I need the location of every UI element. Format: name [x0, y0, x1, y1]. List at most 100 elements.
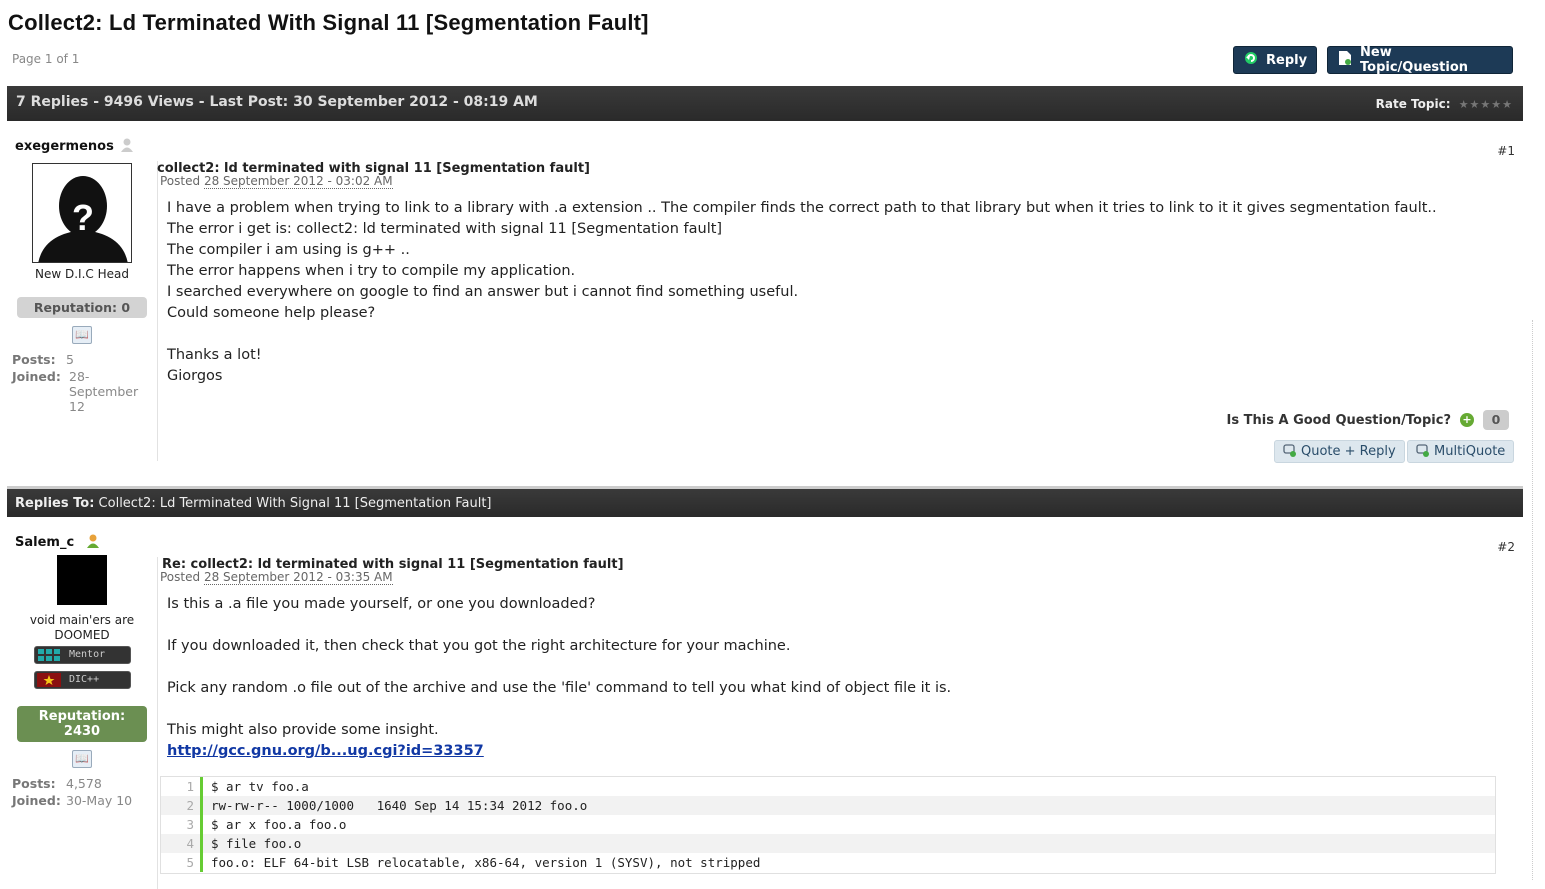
line-number: 2: [161, 796, 203, 815]
joined-date: Joined: 30-May 10: [12, 793, 132, 808]
topic-stats: 7 Replies - 9496 Views - Last Post: 30 S…: [16, 94, 538, 110]
star-icon: [37, 673, 61, 687]
plus-icon[interactable]: +: [1460, 413, 1474, 427]
member-group-line: void main'ers are: [29, 613, 135, 627]
member-group: New D.I.C Head: [35, 267, 129, 281]
good-question-label: Is This A Good Question/Topic?: [1226, 412, 1451, 428]
rating-stars[interactable]: ★★★★★: [1459, 98, 1513, 111]
post-divider: [157, 161, 158, 461]
reputation-badge[interactable]: Reputation: 0: [17, 297, 147, 318]
quote-icon: [1416, 444, 1430, 465]
post-line: [167, 657, 951, 678]
joined-value: 28- September 12: [69, 369, 139, 414]
good-question-rating: Is This A Good Question/Topic? + 0: [1227, 410, 1509, 430]
dic-badge-label: DIC++: [69, 674, 100, 685]
mentor-icon: [38, 649, 60, 661]
avatar[interactable]: ?: [32, 163, 132, 263]
code-text: $ file foo.o: [211, 836, 302, 851]
replies-to-title: Collect2: Ld Terminated With Signal 11 […: [98, 496, 492, 511]
post-date: Posted 28 September 2012 - 03:02 AM: [160, 174, 393, 189]
rate-topic-label: Rate Topic:: [1375, 97, 1451, 111]
post-line: I have a problem when trying to link to …: [167, 200, 1437, 216]
line-number: 5: [161, 853, 203, 872]
post-line: I searched everywhere on google to find …: [167, 284, 799, 300]
post-1: exegermenos #1 ? New D.I.C Head Reputati…: [7, 121, 1523, 481]
member-group-line: DOOMED: [54, 628, 110, 642]
rating-count: 0: [1483, 410, 1509, 430]
rate-topic[interactable]: Rate Topic: ★★★★★: [1376, 97, 1513, 111]
posted-date[interactable]: 28 September 2012 - 03:02 AM: [203, 174, 393, 189]
quote-icon: [1283, 444, 1297, 465]
reputation-label: Reputation:: [38, 709, 126, 724]
code-text: rw-rw-r-- 1000/1000 1640 Sep 14 15:34 20…: [211, 798, 588, 813]
user-online-icon: [86, 533, 100, 553]
new-topic-label: New Topic/Question: [1360, 45, 1469, 75]
post-date: Posted 28 September 2012 - 03:35 AM: [160, 570, 393, 585]
new-document-icon: [1338, 50, 1352, 70]
joined-label: Joined:: [12, 369, 61, 384]
posts-value: 4,578: [66, 776, 102, 791]
replies-to-bar: Replies To: Collect2: Ld Terminated With…: [7, 486, 1523, 517]
book-icon[interactable]: 📖: [72, 750, 92, 768]
mentor-badge-label: Mentor: [69, 649, 106, 660]
code-line: 5 foo.o: ELF 64-bit LSB relocatable, x86-…: [161, 853, 1495, 872]
code-block: 1 $ ar tv foo.a 2 rw-rw-r-- 1000/1000 1640…: [160, 776, 1496, 874]
post-line: [167, 324, 1437, 345]
reputation-value: 2430: [63, 724, 101, 739]
post-line: This might also provide some insight.: [167, 722, 439, 738]
post-line: [167, 699, 951, 720]
joined-label: Joined:: [12, 793, 61, 808]
quote-reply-label: Quote + Reply: [1301, 444, 1396, 459]
mentor-badge: Mentor: [34, 646, 131, 664]
line-number: 4: [161, 834, 203, 853]
new-topic-button[interactable]: New Topic/Question: [1327, 45, 1513, 75]
post-divider: [157, 557, 158, 889]
post-author[interactable]: Salem_c: [15, 535, 74, 550]
posts-label: Posts:: [12, 776, 56, 791]
post-line: Could someone help please?: [167, 305, 376, 321]
reputation-badge[interactable]: Reputation: 2430: [17, 706, 147, 742]
post-line: Giorgos: [167, 368, 223, 384]
post-line: Is this a .a file you made yourself, or …: [167, 596, 596, 612]
post-author[interactable]: exegermenos: [15, 139, 114, 154]
code-line: 2 rw-rw-r-- 1000/1000 1640 Sep 14 15:34 2…: [161, 796, 1495, 815]
post-number[interactable]: #1: [1497, 144, 1515, 158]
avatar[interactable]: [57, 555, 107, 605]
posts-value: 5: [66, 352, 74, 367]
dic-badge: DIC++: [34, 671, 131, 689]
reply-button[interactable]: Reply: [1233, 46, 1317, 74]
member-group: void main'ers are DOOMED: [7, 613, 157, 643]
post-body: I have a problem when trying to link to …: [167, 198, 1437, 387]
svg-text:?: ?: [72, 197, 94, 238]
post-body: Is this a .a file you made yourself, or …: [167, 594, 951, 762]
post-line: [167, 615, 951, 636]
code-text: $ ar tv foo.a: [211, 779, 309, 794]
posted-prefix: Posted: [160, 570, 201, 584]
book-icon[interactable]: 📖: [72, 326, 92, 344]
code-line: 3 $ ar x foo.a foo.o: [161, 815, 1495, 834]
line-number: 3: [161, 815, 203, 834]
post-line: The error happens when i try to compile …: [167, 263, 576, 279]
post-number[interactable]: #2: [1497, 540, 1515, 554]
multiquote-button[interactable]: MultiQuote: [1407, 440, 1515, 465]
posted-date[interactable]: 28 September 2012 - 03:35 AM: [203, 570, 393, 585]
code-line: 1 $ ar tv foo.a: [161, 777, 1495, 796]
line-number: 1: [161, 777, 203, 796]
posts-count: Posts: 4,578: [12, 776, 102, 791]
bug-report-link[interactable]: http://gcc.gnu.org/b...ug.cgi?id=33357: [167, 743, 484, 759]
post-line: Thanks a lot!: [167, 347, 262, 363]
posted-prefix: Posted: [160, 174, 201, 188]
user-offline-icon: [120, 137, 134, 157]
page-title: Collect2: Ld Terminated With Signal 11 […: [8, 10, 649, 35]
reply-arrow-icon: [1244, 51, 1258, 69]
page-edge-divider: [1532, 320, 1533, 880]
quote-reply-button[interactable]: Quote + Reply: [1274, 440, 1405, 463]
multiquote-label: MultiQuote: [1434, 444, 1506, 459]
reply-button-label: Reply: [1266, 52, 1308, 68]
post-line: If you downloaded it, then check that yo…: [167, 638, 791, 654]
code-line: 4 $ file foo.o: [161, 834, 1495, 853]
replies-to-label: Replies To:: [15, 496, 95, 511]
page-info: Page 1 of 1: [12, 52, 80, 66]
topic-stats-bar: 7 Replies - 9496 Views - Last Post: 30 S…: [7, 86, 1523, 121]
code-text: $ ar x foo.a foo.o: [211, 817, 347, 832]
